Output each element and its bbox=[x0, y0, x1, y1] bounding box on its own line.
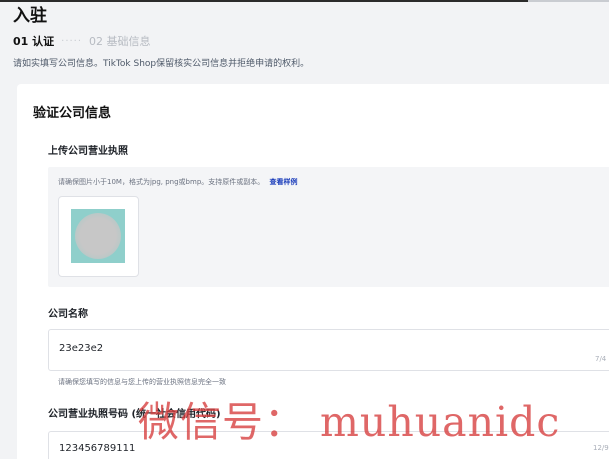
page-title: 入驻 bbox=[13, 6, 47, 26]
step-connector: ····· bbox=[61, 35, 83, 47]
license-number-value: 123456789111 bbox=[59, 443, 136, 454]
upload-hint-text: 请确保图片小于10M，格式为jpg, png或bmp。支持原件或副本。 bbox=[58, 178, 265, 186]
license-number-char-count: 12/9 bbox=[593, 444, 609, 452]
company-name-char-count: 7/4 bbox=[595, 355, 607, 363]
watermark-overlay: 微信号： muhuanidc bbox=[138, 398, 561, 446]
company-name-label: 公司名称 bbox=[48, 309, 88, 320]
top-bar bbox=[0, 0, 609, 2]
intro-text: 请如实填写公司信息。TikTok Shop保留核实公司信息并拒绝申请的权利。 bbox=[13, 59, 310, 69]
step-indicator: 01 认证 ····· 02 基础信息 bbox=[13, 33, 151, 49]
company-name-hint: 请确保您填写的信息与您上传的营业执照信息完全一致 bbox=[58, 378, 226, 386]
upload-hint: 请确保图片小于10M，格式为jpg, png或bmp。支持原件或副本。 查看样例 bbox=[58, 177, 298, 187]
license-number-label-text: 公司营业执照号码 bbox=[48, 409, 128, 420]
step-verify: 01 认证 bbox=[13, 35, 55, 48]
top-bar-right-segment bbox=[528, 0, 609, 2]
company-name-input[interactable]: 23e23e2 7/4 bbox=[48, 329, 609, 371]
company-name-value: 23e23e2 bbox=[59, 343, 104, 354]
step-basic-info: 02 基础信息 bbox=[89, 35, 151, 48]
upload-license-label: 上传公司营业执照 bbox=[48, 146, 128, 157]
view-sample-link[interactable]: 查看样例 bbox=[270, 178, 298, 186]
license-image bbox=[71, 209, 125, 263]
card-title: 验证公司信息 bbox=[33, 106, 112, 121]
